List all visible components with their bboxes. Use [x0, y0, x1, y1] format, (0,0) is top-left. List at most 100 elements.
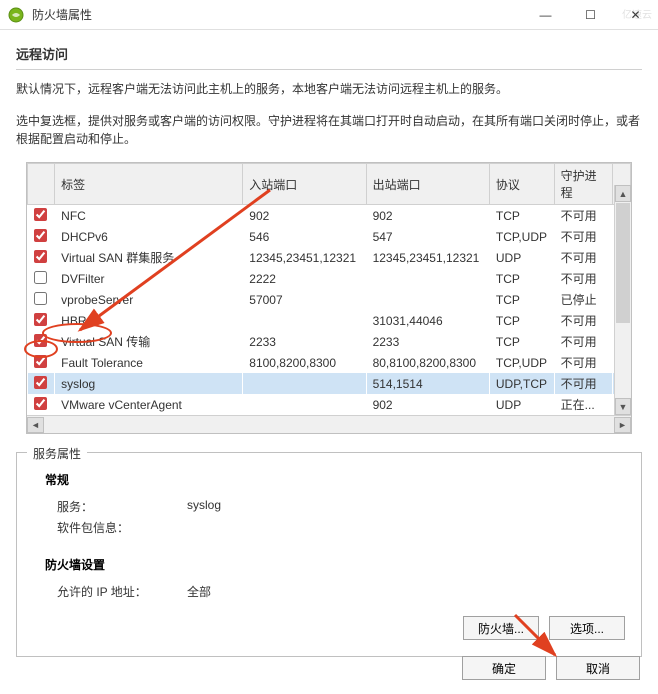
row-checkbox[interactable] — [34, 355, 47, 368]
row-checkbox[interactable] — [34, 292, 47, 305]
table-row[interactable]: Virtual SAN 群集服务12345,23451,1232112345,2… — [28, 247, 631, 268]
row-ingress — [243, 310, 366, 331]
row-egress: 547 — [366, 226, 489, 247]
row-checkbox-cell[interactable] — [28, 268, 55, 289]
row-label: HBR — [55, 310, 243, 331]
row-label: Virtual SAN 传输 — [55, 331, 243, 352]
table-row[interactable]: NFC902902TCP不可用 — [28, 205, 631, 227]
table-row[interactable]: DHCPv6546547TCP,UDP不可用 — [28, 226, 631, 247]
scroll-up-icon[interactable]: ▲ — [615, 185, 631, 202]
table-row[interactable]: syslog 514,1514UDP,TCP不可用 — [28, 373, 631, 394]
row-checkbox[interactable] — [34, 376, 47, 389]
row-daemon: 不可用 — [554, 373, 613, 394]
row-checkbox[interactable] — [34, 208, 47, 221]
row-ingress: 2222 — [243, 268, 366, 289]
row-daemon: 不可用 — [554, 247, 613, 268]
col-header-egress[interactable]: 出站端口 — [366, 164, 489, 205]
row-checkbox[interactable] — [34, 397, 47, 410]
row-label: Virtual SAN 群集服务 — [55, 247, 243, 268]
ok-button[interactable]: 确定 — [462, 656, 546, 680]
row-daemon: 不可用 — [554, 352, 613, 373]
row-label: NFC — [55, 205, 243, 227]
package-info-label: 软件包信息： — [57, 519, 187, 536]
table-row[interactable]: vprobeServer57007TCP已停止 — [28, 289, 631, 310]
row-checkbox-cell[interactable] — [28, 205, 55, 227]
scroll-right-icon[interactable]: ► — [614, 417, 631, 433]
col-header-protocol[interactable]: 协议 — [489, 164, 554, 205]
row-checkbox-cell[interactable] — [28, 394, 55, 415]
watermark: 亿速云 — [622, 6, 652, 21]
table-row[interactable]: Virtual SAN 传输22332233TCP不可用 — [28, 331, 631, 352]
table-row[interactable]: HBR31031,44046TCP不可用 — [28, 310, 631, 331]
firewall-button[interactable]: 防火墙... — [463, 616, 539, 640]
row-protocol: TCP,UDP — [489, 352, 554, 373]
row-daemon: 已停止 — [554, 289, 613, 310]
row-egress: 902 — [366, 394, 489, 415]
row-label: vprobeServer — [55, 289, 243, 310]
row-checkbox-cell[interactable] — [28, 247, 55, 268]
row-protocol: TCP — [489, 268, 554, 289]
table-row[interactable]: Fault Tolerance8100,8200,830080,8100,820… — [28, 352, 631, 373]
row-egress: 80,8100,8200,8300 — [366, 352, 489, 373]
row-checkbox[interactable] — [34, 334, 47, 347]
remote-access-desc2: 选中复选框，提供对服务或客户端的访问权限。守护进程将在其端口打开时自动启动，在其… — [16, 112, 642, 148]
remote-access-heading: 远程访问 — [16, 44, 642, 63]
service-value: syslog — [187, 498, 221, 515]
horizontal-scrollbar[interactable]: ◄ ► — [27, 415, 631, 433]
row-protocol: TCP,UDP — [489, 226, 554, 247]
row-label: syslog — [55, 373, 243, 394]
maximize-button[interactable]: ☐ — [568, 0, 613, 30]
col-header-checkbox[interactable] — [28, 164, 55, 205]
row-daemon: 不可用 — [554, 310, 613, 331]
titlebar: 防火墙属性 — ☐ ✕ — [0, 0, 658, 30]
row-protocol: TCP — [489, 310, 554, 331]
scroll-down-icon[interactable]: ▼ — [615, 398, 631, 415]
col-header-label[interactable]: 标签 — [55, 164, 243, 205]
row-checkbox[interactable] — [34, 271, 47, 284]
table-header-row: 标签 入站端口 出站端口 协议 守护进程 — [28, 164, 631, 205]
options-button[interactable]: 选项... — [549, 616, 625, 640]
minimize-button[interactable]: — — [523, 0, 568, 30]
row-protocol: UDP,TCP — [489, 373, 554, 394]
service-label: 服务： — [57, 498, 187, 515]
row-label: VMware vCenterAgent — [55, 394, 243, 415]
row-ingress: 8100,8200,8300 — [243, 352, 366, 373]
row-checkbox[interactable] — [34, 250, 47, 263]
row-checkbox-cell[interactable] — [28, 352, 55, 373]
row-egress: 2233 — [366, 331, 489, 352]
app-icon — [8, 7, 24, 23]
row-checkbox[interactable] — [34, 313, 47, 326]
row-egress — [366, 268, 489, 289]
vertical-scrollbar[interactable]: ▲ ▼ — [614, 185, 631, 415]
row-label: DVFilter — [55, 268, 243, 289]
scroll-thumb[interactable] — [616, 203, 630, 323]
col-header-ingress[interactable]: 入站端口 — [243, 164, 366, 205]
table-row[interactable]: VMware vCenterAgent902UDP正在... — [28, 394, 631, 415]
row-checkbox-cell[interactable] — [28, 310, 55, 331]
table-row[interactable]: DVFilter2222TCP不可用 — [28, 268, 631, 289]
row-checkbox-cell[interactable] — [28, 331, 55, 352]
row-egress — [366, 289, 489, 310]
row-protocol: TCP — [489, 331, 554, 352]
scroll-left-icon[interactable]: ◄ — [27, 417, 44, 433]
row-checkbox-cell[interactable] — [28, 289, 55, 310]
service-properties-group: 服务属性 常规 服务： syslog 软件包信息： 防火墙设置 允许的 IP 地… — [16, 452, 642, 657]
window-title: 防火墙属性 — [32, 6, 523, 23]
col-header-daemon[interactable]: 守护进程 — [554, 164, 613, 205]
remote-access-desc1: 默认情况下，远程客户端无法访问此主机上的服务，本地客户端无法访问远程主机上的服务… — [16, 80, 642, 98]
service-properties-legend: 服务属性 — [27, 445, 87, 462]
cancel-button[interactable]: 取消 — [556, 656, 640, 680]
row-ingress: 546 — [243, 226, 366, 247]
row-checkbox-cell[interactable] — [28, 373, 55, 394]
divider — [16, 69, 642, 70]
row-checkbox[interactable] — [34, 229, 47, 242]
row-protocol: TCP — [489, 205, 554, 227]
row-checkbox-cell[interactable] — [28, 226, 55, 247]
row-protocol: UDP — [489, 394, 554, 415]
row-label: Fault Tolerance — [55, 352, 243, 373]
allowed-ip-value: 全部 — [187, 583, 211, 600]
row-egress: 514,1514 — [366, 373, 489, 394]
dialog-content: 远程访问 默认情况下，远程客户端无法访问此主机上的服务，本地客户端无法访问远程主… — [0, 30, 658, 667]
row-egress: 902 — [366, 205, 489, 227]
row-label: DHCPv6 — [55, 226, 243, 247]
